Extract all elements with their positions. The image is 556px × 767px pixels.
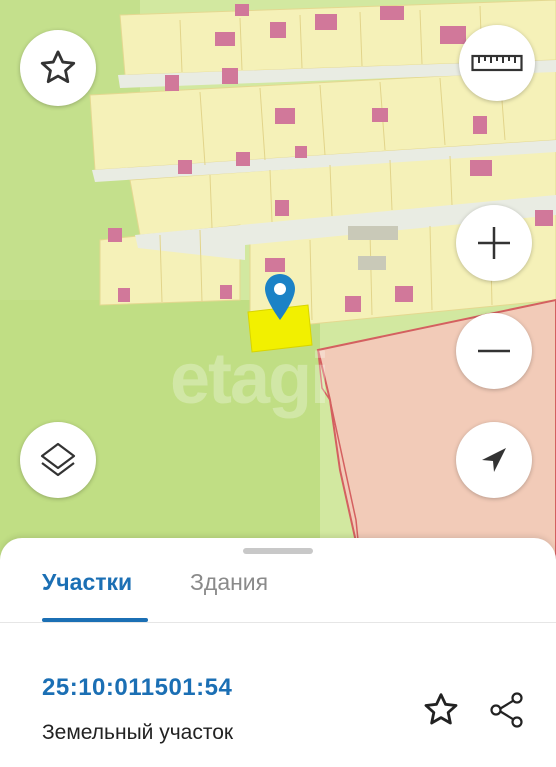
active-tab-indicator: [42, 618, 148, 622]
plus-icon: [478, 227, 510, 259]
bottom-sheet[interactable]: Участки Здания 25:10:011501:54 Земельный…: [0, 538, 556, 767]
zoom-out-button[interactable]: [456, 313, 532, 389]
layers-icon: [40, 442, 76, 477]
star-icon: [40, 50, 76, 84]
map-view[interactable]: etagi: [0, 0, 556, 560]
minus-icon: [478, 349, 510, 353]
layers-button[interactable]: [20, 422, 96, 498]
sheet-drag-handle[interactable]: [243, 548, 313, 554]
location-marker-icon[interactable]: [262, 272, 298, 324]
ruler-button[interactable]: [459, 25, 535, 101]
favorite-result-button[interactable]: [419, 688, 463, 732]
zoom-in-button[interactable]: [456, 205, 532, 281]
locate-button[interactable]: [456, 422, 532, 498]
favorite-map-button[interactable]: [20, 30, 96, 106]
cadastral-number[interactable]: 25:10:011501:54: [42, 674, 232, 702]
object-type-label: Земельный участок: [42, 721, 234, 744]
star-icon: [424, 693, 458, 725]
tab-buildings[interactable]: Здания: [190, 568, 268, 596]
tab-plots[interactable]: Участки: [42, 568, 132, 596]
navigation-arrow-icon: [482, 448, 506, 472]
ruler-icon: [471, 54, 523, 72]
sheet-tabs: Участки Здания: [0, 558, 556, 623]
share-icon: [490, 692, 523, 728]
share-button[interactable]: [485, 688, 529, 732]
map-watermark: etagi: [170, 339, 330, 419]
